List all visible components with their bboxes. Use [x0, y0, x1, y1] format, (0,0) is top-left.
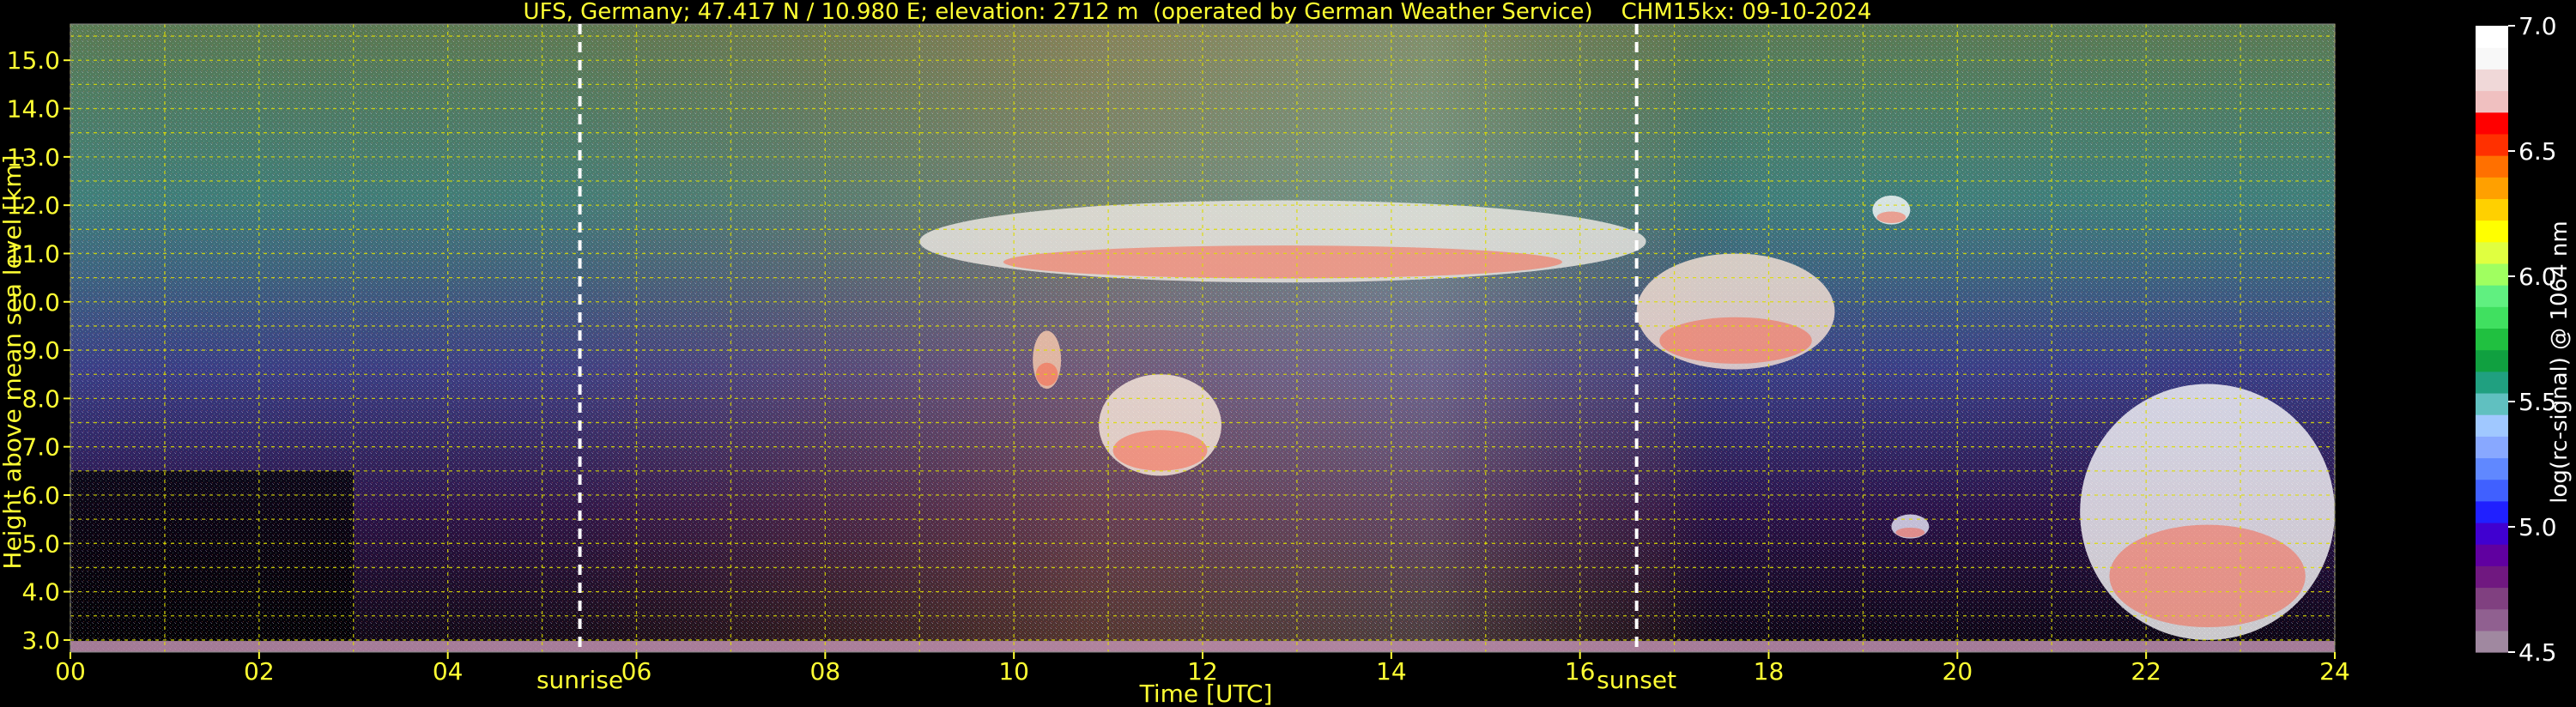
- colorbar-segment: [2476, 198, 2508, 221]
- colorbar-segment: [2476, 349, 2508, 372]
- colorbar-segment: [2476, 544, 2508, 566]
- colorbar-label: log(rc-signal) @ 1064 nm: [2547, 221, 2573, 503]
- y-tick-label: 15.0: [7, 46, 60, 75]
- colorbar-segment: [2476, 436, 2508, 459]
- chart-title: UFS, Germany; 47.417 N / 10.980 E; eleva…: [524, 0, 1872, 25]
- x-tick-label: 16: [1565, 657, 1596, 686]
- colorbar-segment: [2476, 263, 2508, 286]
- y-tick-label: 3.0: [21, 626, 60, 655]
- colorbar-tick-label: 5.0: [2518, 513, 2557, 541]
- plot-area: [70, 23, 2336, 653]
- y-tick-label: 14.0: [7, 95, 60, 124]
- x-axis-label: Time [UTC]: [1139, 680, 1273, 707]
- y-tick-label: 5.0: [21, 529, 60, 558]
- colorbar-segment: [2476, 133, 2508, 156]
- colorbar-segment: [2476, 500, 2508, 523]
- colorbar-segment: [2476, 26, 2508, 48]
- y-tick-label: 4.0: [21, 578, 60, 607]
- colorbar-segment: [2476, 241, 2508, 264]
- y-tick-label: 8.0: [21, 384, 60, 413]
- colorbar-segment: [2476, 47, 2508, 69]
- sunrise-label: sunrise: [536, 666, 623, 694]
- colorbar-segment: [2476, 306, 2508, 329]
- colorbar: 4.55.05.56.06.57.0: [2476, 12, 2557, 667]
- colorbar-segment: [2476, 112, 2508, 135]
- cloud-layer-core: [1876, 211, 1906, 223]
- colorbar-segment: [2476, 392, 2508, 415]
- x-tick-label: 02: [244, 657, 275, 686]
- x-tick-label: 14: [1376, 657, 1407, 686]
- colorbar-segment: [2476, 522, 2508, 545]
- cloud-layer-core: [2109, 524, 2306, 628]
- y-tick-label: 6.0: [21, 481, 60, 510]
- cloud-layer-core: [1895, 528, 1925, 538]
- colorbar-segment: [2476, 630, 2508, 653]
- y-tick-label: 7.0: [21, 433, 60, 462]
- colorbar-segment: [2476, 414, 2508, 437]
- colorbar-segment: [2476, 608, 2508, 631]
- x-tick-label: 18: [1754, 657, 1785, 686]
- colorbar-segment: [2476, 587, 2508, 610]
- cloud-layer-core: [1659, 317, 1812, 364]
- colorbar-segment: [2476, 479, 2508, 502]
- colorbar-segment: [2476, 69, 2508, 92]
- colorbar-segment: [2476, 155, 2508, 178]
- y-tick-label: 9.0: [21, 336, 60, 365]
- colorbar-segment: [2476, 565, 2508, 589]
- colorbar-segment: [2476, 328, 2508, 351]
- colorbar-segment: [2476, 371, 2508, 394]
- x-tick-label: 22: [2131, 657, 2161, 686]
- cloud-layer-core: [1112, 430, 1208, 471]
- colorbar-segment: [2476, 177, 2508, 199]
- x-tick-label: 04: [433, 657, 464, 686]
- colorbar-tick-label: 7.0: [2518, 12, 2557, 40]
- colorbar-tick-label: 4.5: [2518, 638, 2557, 667]
- sunset-label: sunset: [1597, 666, 1676, 694]
- colorbar-segment: [2476, 220, 2508, 243]
- x-tick-label: 20: [1943, 657, 1973, 686]
- y-axis-label: Height above mean sea level [km]: [0, 154, 27, 569]
- x-tick-label: 10: [998, 657, 1029, 686]
- x-tick-label: 06: [621, 657, 652, 686]
- cloud-layer-core: [1003, 245, 1562, 279]
- colorbar-segment: [2476, 457, 2508, 480]
- x-tick-label: 00: [55, 657, 86, 686]
- colorbar-segment: [2476, 285, 2508, 307]
- x-tick-label: 24: [2319, 657, 2350, 686]
- x-tick-label: 08: [810, 657, 841, 686]
- colorbar-tick-label: 6.5: [2518, 137, 2557, 166]
- colorbar-segment: [2476, 90, 2508, 113]
- ceilometer-chart: 00 02 04 06 08 10 12 14 16 18 20 22 24 3.04.05.06.07…: [0, 0, 2573, 707]
